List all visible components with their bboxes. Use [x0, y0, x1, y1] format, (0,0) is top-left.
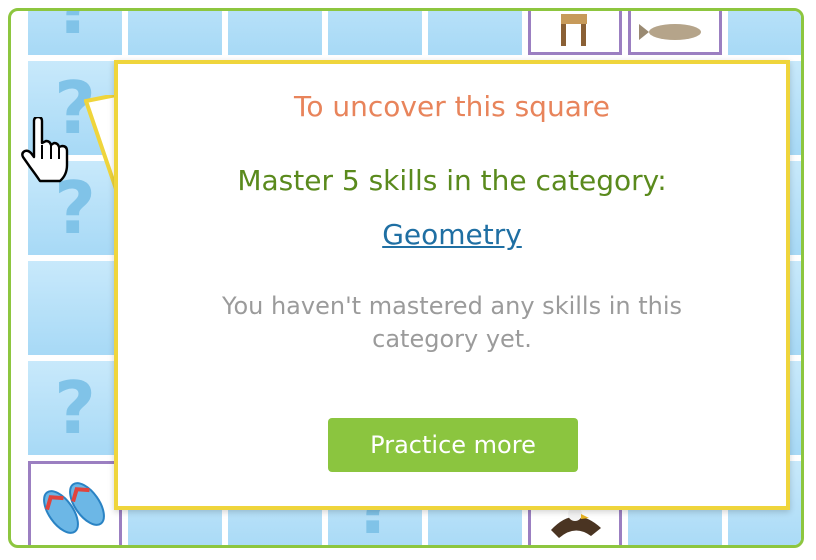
fish-icon [639, 24, 701, 40]
practice-more-button[interactable]: Practice more [328, 418, 578, 472]
board-square [428, 11, 522, 55]
board-square [28, 261, 122, 355]
board-square-hidden[interactable]: ? [28, 361, 122, 455]
giraffe-icon [561, 14, 587, 46]
flip-flops-icon [43, 482, 105, 534]
popup-heading: Master 5 skills in the category: [237, 164, 667, 197]
board-square [728, 11, 801, 55]
uncover-square-popup: To uncover this square Master 5 skills i… [114, 60, 790, 510]
category-link[interactable]: Geometry [352, 218, 552, 251]
popup-title: To uncover this square [294, 90, 610, 123]
board-square [328, 11, 422, 55]
board-square [128, 11, 222, 55]
board-square-fish-prize[interactable] [628, 11, 722, 55]
board-square [228, 11, 322, 55]
question-mark-icon: ? [54, 366, 96, 450]
question-mark-icon: ? [54, 8, 96, 50]
board-square-hidden[interactable]: ? [28, 8, 122, 55]
hand-cursor-icon [21, 117, 69, 183]
board-square-giraffe-prize[interactable] [528, 11, 622, 55]
popup-message: You haven't mastered any skills in this … [221, 292, 683, 353]
practice-more-label: Practice more [370, 431, 536, 459]
board-square-flip-flops-prize[interactable] [28, 461, 122, 545]
